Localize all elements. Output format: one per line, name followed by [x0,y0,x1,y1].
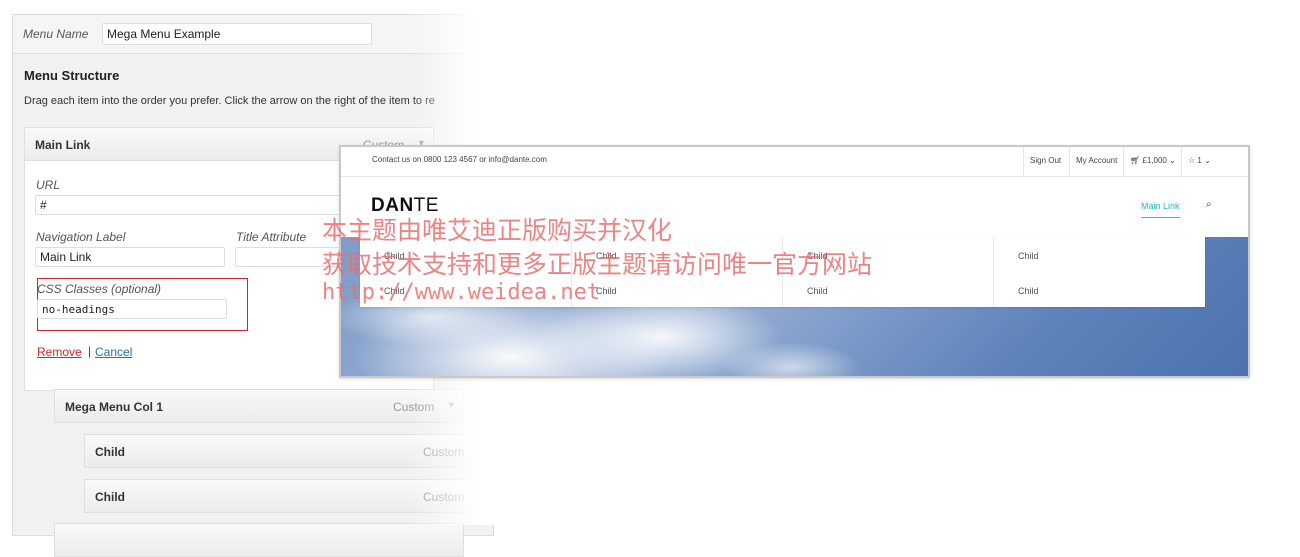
menu-item-partial[interactable] [54,523,464,557]
cart-icon: 🛒︎ [1130,156,1141,165]
chevron-down-icon[interactable]: ▼ [447,400,456,410]
nav-main-link[interactable]: Main Link [1141,201,1180,218]
watermark-line-2: 获取技术支持和更多正版主题请访问唯一官方网站 [322,250,873,279]
contact-text: Contact us on 0800 123 4567 or info@dant… [372,155,547,164]
watermark-line-1: 本主题由唯艾迪正版购买并汉化 [322,216,673,245]
menu-item-type: Custom [423,445,465,459]
menu-structure-heading: Menu Structure [24,68,120,83]
css-classes-input[interactable] [37,299,227,319]
menu-item-type: Custom [393,400,435,414]
wishlist-link[interactable]: ☆ 1 ⌄ [1181,147,1217,176]
remove-link[interactable]: Remove [37,345,82,359]
star-icon: ☆ [1188,156,1196,165]
mega-child-link[interactable]: Child [1018,251,1039,261]
my-account-link[interactable]: My Account [1069,147,1123,176]
css-classes-label: CSS Classes (optional) [37,282,162,296]
menu-structure-description: Drag each item into the order you prefer… [24,95,435,107]
title-attribute-label: Title Attribute [236,230,307,244]
menu-name-label: Menu Name [23,27,89,41]
watermark-url: http://www.weidea.net [322,280,601,305]
sign-out-link[interactable]: Sign Out [1023,147,1067,176]
navigation-label-input[interactable] [35,247,225,267]
mega-child-link[interactable]: Child [1018,286,1039,296]
mega-child-link[interactable]: Child [807,286,828,296]
search-icon[interactable]: ⌕ [1206,199,1212,210]
menu-item-title: Child [95,445,125,459]
menu-item-type: Custom [423,490,465,504]
preview-topbar: Contact us on 0800 123 4567 or info@dant… [341,147,1248,177]
cancel-link[interactable]: Cancel [95,345,132,359]
menu-item-title: Child [95,490,125,504]
link-separator: | [88,344,92,358]
cart-link[interactable]: 🛒︎ £1,000 ⌄ [1123,147,1182,176]
menu-item-child[interactable]: Child Custom [84,479,494,513]
menu-item-title: Main Link [35,138,91,152]
menu-name-input[interactable] [102,23,372,45]
menu-item-child[interactable]: Child Custom [84,434,494,468]
menu-item-mega-col[interactable]: Mega Menu Col 1 Custom ▼ [54,389,464,423]
css-classes-highlight: CSS Classes (optional) [37,278,248,331]
chevron-down-icon: ⌄ [1169,156,1176,165]
menu-item-title: Mega Menu Col 1 [65,400,164,414]
mega-column: Child Child [993,237,1205,307]
url-label: URL [36,178,61,192]
cart-total: £1,000 [1142,156,1167,165]
wishlist-count: 1 [1197,156,1202,165]
menu-name-bar: Menu Name [13,15,493,54]
chevron-down-icon: ⌄ [1204,156,1211,165]
navigation-label-label: Navigation Label [36,230,126,244]
